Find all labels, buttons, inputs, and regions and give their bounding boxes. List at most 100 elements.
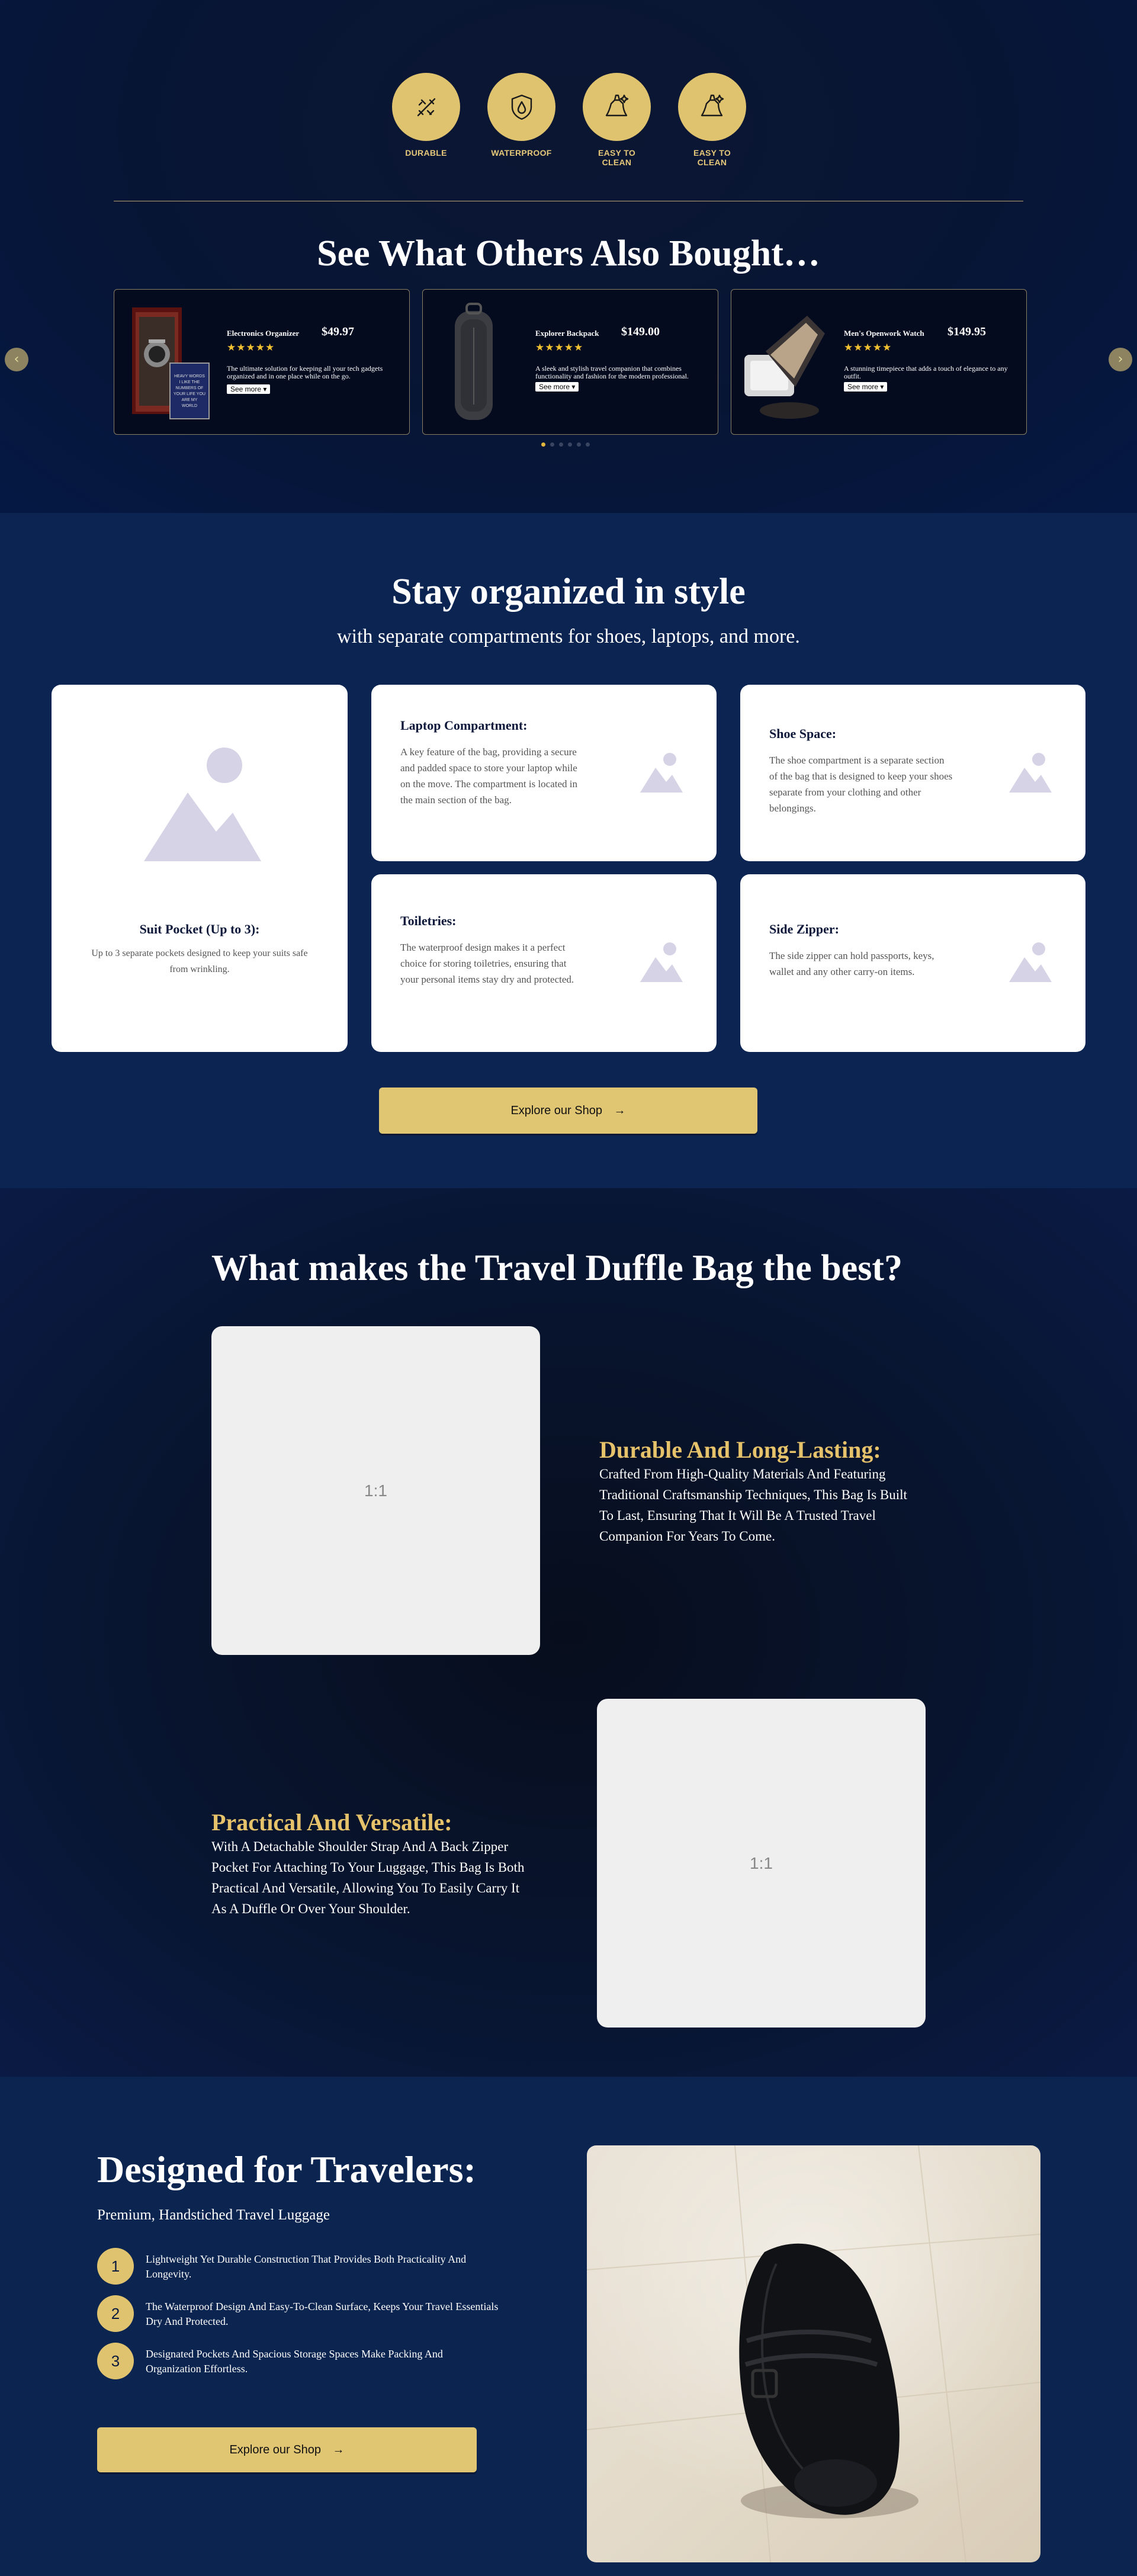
feature-text: Crafted From High-Quality Materials And … [599, 1467, 907, 1544]
explore-shop-button[interactable]: Explore our Shop → [97, 2427, 477, 2472]
step-text: Lightweight Yet Durable Construction Tha… [146, 2253, 467, 2280]
step-number: 3 [97, 2343, 134, 2379]
feature-heading: Durable And Long-Lasting: [599, 1436, 881, 1463]
product-price: $149.00 [621, 325, 660, 338]
carousel-dot[interactable] [541, 442, 545, 447]
product-title[interactable]: Men's Openwork Watch [844, 329, 924, 338]
card-title: Suit Pocket (Up to 3): [139, 922, 260, 936]
card-text: The waterproof design makes it a perfect… [400, 942, 574, 985]
product-card[interactable]: Men's Openwork Watch $149.95 ★★★★★ A stu… [731, 289, 1027, 435]
button-label: Explore our Shop [510, 1104, 602, 1117]
card-text: A key feature of the bag, providing a se… [400, 746, 577, 806]
feature-text: With A Detachable Shoulder Strap And A B… [211, 1839, 525, 1916]
product-image-electronics-organizer[interactable]: HEAVY WORDS I LIKE THE NUMBERS OF YOUR L… [125, 298, 214, 426]
see-more-label: See more [539, 383, 570, 391]
compartment-card-toiletries: Toiletries: The waterproof design makes … [371, 874, 717, 1052]
see-more-button[interactable]: See more ▾ [844, 382, 888, 392]
arrow-right-icon: → [614, 1104, 626, 1117]
why-best-title: What makes the Travel Duffle Bag the bes… [211, 1248, 903, 1288]
compartment-card-suit-pocket: Suit Pocket (Up to 3): Up to 3 separate … [52, 685, 348, 1052]
feature-label: DURABLE [405, 148, 447, 158]
carousel-dot[interactable] [577, 442, 581, 447]
card-title: Side Zipper: [769, 922, 839, 936]
product-description: A stunning timepiece that adds a touch o… [844, 364, 1008, 380]
see-more-label: See more [847, 383, 879, 391]
product-image-explorer-backpack[interactable] [433, 298, 522, 426]
why-best-section: What makes the Travel Duffle Bag the bes… [0, 1188, 1137, 2077]
step-text: The Waterproof Design And Easy-To-Clean … [146, 2301, 499, 2327]
image-placeholder-icon [144, 748, 261, 861]
aspect-ratio-label: 1:1 [364, 1481, 387, 1500]
arrow-right-icon: → [332, 2443, 345, 2456]
compartment-card-side-zipper: Side Zipper: The side zipper can hold pa… [740, 874, 1085, 1052]
feature-easy-to-clean-2: EASY TO CLEAN [678, 73, 746, 167]
product-card[interactable]: HEAVY WORDS I LIKE THE NUMBERS OF YOUR L… [114, 289, 410, 435]
durable-icon [392, 73, 460, 141]
easy-clean-icon [678, 73, 746, 141]
product-card[interactable]: Explorer Backpack $149.00 ★★★★★ A sleek … [422, 289, 718, 435]
button-label: Explore our Shop [229, 2443, 321, 2456]
also-bought-title: See What Others Also Bought… [317, 233, 820, 274]
feature-block-durable: Durable And Long-Lasting: Crafted From H… [599, 1436, 907, 1547]
explore-shop-button[interactable]: Explore our Shop → [379, 1087, 757, 1134]
carousel-dot[interactable] [550, 442, 554, 447]
product-price: $149.95 [948, 325, 986, 338]
image-placeholder-icon [640, 753, 683, 793]
feature-label: EASY TO CLEAN [693, 148, 731, 167]
feature-block-practical: Practical And Versatile: With A Detachab… [211, 1808, 531, 1919]
feature-label: WATERPROOF [491, 148, 552, 158]
see-more-button[interactable]: See more ▾ [227, 384, 271, 394]
compartment-card-laptop: Laptop Compartment: A key feature of the… [371, 685, 717, 861]
feature-image-placeholder: 1:1 [597, 1699, 926, 2028]
carousel-next-button[interactable]: › [1109, 348, 1132, 371]
card-text: The shoe compartment is a separate secti… [769, 755, 953, 814]
organized-title: Stay organized in style [391, 572, 746, 612]
step-number: 1 [97, 2248, 134, 2285]
carousel-dot[interactable] [586, 442, 590, 447]
expand-icon: ▾ [263, 385, 267, 393]
carousel-prev-button[interactable]: ‹ [5, 348, 28, 371]
designed-subtitle: Premium, Handstiched Travel Luggage [97, 2207, 330, 2223]
product-price: $49.97 [322, 325, 354, 338]
feature-durable: DURABLE [392, 73, 460, 158]
card-title: Shoe Space: [769, 726, 837, 741]
card-text: The side zipper can hold passports, keys… [769, 950, 934, 977]
expand-icon: ▾ [571, 383, 576, 391]
image-placeholder-icon [640, 942, 683, 982]
product-image-openwork-watch[interactable] [742, 298, 831, 426]
aspect-ratio-label: 1:1 [750, 1853, 773, 1872]
see-more-button[interactable]: See more ▾ [535, 382, 579, 392]
product-image-engraving: HEAVY WORDS I LIKE THE NUMBERS OF YOUR L… [174, 374, 205, 408]
feature-image-placeholder: 1:1 [211, 1326, 540, 1655]
see-more-label: See more [230, 385, 262, 393]
product-title[interactable]: Electronics Organizer [227, 329, 299, 338]
waterproof-icon [487, 73, 555, 141]
step-text: Designated Pockets And Spacious Storage … [146, 2348, 443, 2375]
carousel-pagination [541, 442, 590, 447]
duffle-bag-photo [587, 2145, 1040, 2562]
product-title[interactable]: Explorer Backpack [535, 329, 599, 338]
designed-title: Designed for Travelers: [97, 2148, 476, 2190]
step-number: 2 [97, 2295, 134, 2332]
card-title: Laptop Compartment: [400, 718, 528, 733]
designed-for-travelers-section: Designed for Travelers: Premium, Handsti… [0, 2077, 1137, 2576]
product-description: A sleek and stylish travel companion tha… [535, 364, 689, 380]
product-rating: ★★★★★ [535, 342, 584, 353]
product-rating: ★★★★★ [844, 342, 892, 353]
image-placeholder-icon [1009, 942, 1052, 982]
easy-clean-icon [583, 73, 651, 141]
card-title: Toiletries: [400, 913, 457, 928]
product-description: The ultimate solution for keeping all yo… [227, 364, 383, 380]
feature-label: EASY TO CLEAN [598, 148, 636, 167]
card-text: Up to 3 separate pockets designed to kee… [91, 948, 308, 974]
feature-easy-to-clean: EASY TO CLEAN [583, 73, 651, 167]
carousel-dot[interactable] [559, 442, 563, 447]
features-and-also-bought-section: DURABLE WATERPROOF EASY TO CLEAN EASY TO… [0, 0, 1137, 513]
compartment-card-shoe: Shoe Space: The shoe compartment is a se… [740, 685, 1085, 861]
product-rating: ★★★★★ [227, 342, 275, 353]
image-placeholder-icon [1009, 753, 1052, 793]
carousel-dot[interactable] [568, 442, 572, 447]
organized-section: Stay organized in style with separate co… [0, 513, 1137, 1188]
expand-icon: ▾ [880, 383, 884, 391]
feature-waterproof: WATERPROOF [487, 73, 555, 158]
